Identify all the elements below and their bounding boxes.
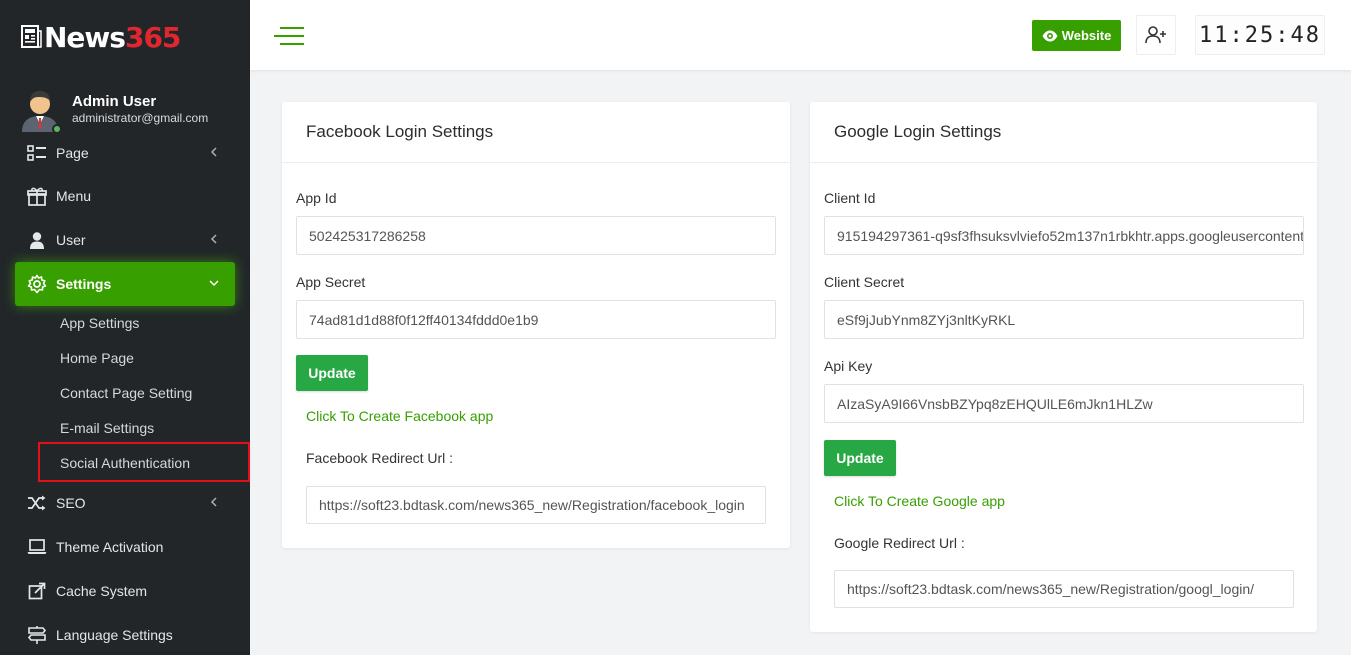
brand-name-365: 365 bbox=[124, 20, 181, 54]
app-secret-field[interactable]: 74ad81d1d88f0f12ff40134fddd0e1b9 bbox=[296, 300, 776, 339]
user-panel: Admin User administrator@gmail.com bbox=[20, 88, 209, 134]
divider bbox=[810, 162, 1317, 163]
client-id-field[interactable]: 915194297361-q9sf3fhsuksvlviefo52m137n1r… bbox=[824, 216, 1304, 255]
avatar bbox=[20, 88, 62, 134]
add-user-icon bbox=[1145, 26, 1166, 44]
sidebar-item-language-settings[interactable]: Language Settings bbox=[15, 613, 235, 655]
sidebar-item-label: Theme Activation bbox=[56, 539, 164, 555]
top-header: Website 11:25:48 bbox=[250, 0, 1351, 70]
sidebar-item-label: SEO bbox=[56, 495, 86, 511]
facebook-login-settings-card: Facebook Login Settings App Id 502425317… bbox=[282, 102, 790, 548]
brand-logo[interactable]: News365 bbox=[20, 18, 181, 56]
digital-clock: 11:25:48 bbox=[1195, 15, 1325, 55]
card-title: Google Login Settings bbox=[834, 122, 1002, 141]
user-name: Admin User bbox=[72, 93, 157, 110]
api-key-field[interactable]: AIzaSyA9I66VnsbBZYpq8zEHQUlLE6mJkn1HLZw bbox=[824, 384, 1304, 423]
google-redirect-url-label: Google Redirect Url : bbox=[834, 535, 965, 551]
app-id-label: App Id bbox=[296, 190, 337, 206]
update-button[interactable]: Update bbox=[824, 440, 896, 476]
external-link-icon bbox=[27, 581, 47, 601]
sidebar-item-label: User bbox=[56, 232, 86, 248]
hamburger-menu-icon[interactable] bbox=[274, 27, 304, 45]
client-id-label: Client Id bbox=[824, 190, 876, 206]
sidebar-item-page[interactable]: Page bbox=[15, 131, 235, 175]
create-facebook-app-link[interactable]: Click To Create Facebook app bbox=[306, 408, 493, 424]
create-google-app-link[interactable]: Click To Create Google app bbox=[834, 493, 1005, 509]
card-title: Facebook Login Settings bbox=[306, 122, 494, 141]
gear-icon bbox=[27, 274, 47, 294]
sidebar-item-user[interactable]: User bbox=[15, 218, 235, 262]
shuffle-icon bbox=[27, 493, 47, 513]
brand-name-news: News bbox=[44, 20, 126, 54]
sidebar-item-cache-system[interactable]: Cache System bbox=[15, 569, 235, 613]
sidebar: News365 Admin User administrator@gmail.c… bbox=[0, 0, 250, 655]
add-user-button[interactable] bbox=[1136, 15, 1176, 55]
sidebar-item-label: Page bbox=[56, 145, 89, 161]
sidebar-item-label: Cache System bbox=[56, 583, 148, 599]
user-icon bbox=[27, 230, 47, 250]
eye-icon bbox=[1042, 30, 1058, 41]
submenu-item-contact-page-setting[interactable]: Contact Page Setting bbox=[60, 385, 192, 401]
chevron-down-icon bbox=[209, 280, 219, 287]
signpost-icon bbox=[27, 625, 47, 645]
facebook-redirect-url-label: Facebook Redirect Url : bbox=[306, 450, 454, 466]
app-secret-label: App Secret bbox=[296, 274, 366, 290]
chevron-left-icon bbox=[210, 147, 217, 157]
submenu-item-app-settings[interactable]: App Settings bbox=[60, 315, 139, 331]
update-button[interactable]: Update bbox=[296, 355, 368, 391]
sidebar-item-label: Language Settings bbox=[56, 627, 173, 643]
google-redirect-url-field[interactable]: https://soft23.bdtask.com/news365_new/Re… bbox=[834, 570, 1294, 608]
divider bbox=[282, 162, 790, 163]
user-email: administrator@gmail.com bbox=[72, 111, 209, 125]
client-secret-label: Client Secret bbox=[824, 274, 905, 290]
laptop-icon bbox=[27, 537, 47, 557]
sidebar-item-menu[interactable]: Menu bbox=[15, 174, 235, 218]
api-key-label: Api Key bbox=[824, 358, 873, 374]
page-list-icon bbox=[27, 143, 47, 163]
facebook-redirect-url-field[interactable]: https://soft23.bdtask.com/news365_new/Re… bbox=[306, 486, 766, 524]
website-button[interactable]: Website bbox=[1032, 20, 1121, 51]
sidebar-item-label: Settings bbox=[56, 276, 112, 292]
submenu-item-home-page[interactable]: Home Page bbox=[60, 350, 134, 366]
sidebar-item-seo[interactable]: SEO bbox=[15, 481, 235, 525]
app-id-field[interactable]: 502425317286258 bbox=[296, 216, 776, 255]
sidebar-item-theme-activation[interactable]: Theme Activation bbox=[15, 525, 235, 569]
chevron-left-icon bbox=[210, 234, 217, 244]
gift-icon bbox=[27, 186, 47, 206]
chevron-left-icon bbox=[210, 497, 217, 507]
highlight-box bbox=[38, 442, 250, 482]
website-button-label: Website bbox=[1061, 28, 1112, 43]
sidebar-item-label: Menu bbox=[56, 188, 92, 204]
newspaper-icon bbox=[21, 25, 42, 48]
client-secret-field[interactable]: eSf9jJubYnm8ZYj3nltKyRKL bbox=[824, 300, 1304, 339]
sidebar-item-settings[interactable]: Settings bbox=[15, 262, 235, 306]
google-login-settings-card: Google Login Settings Client Id 91519429… bbox=[810, 102, 1317, 632]
submenu-item-email-settings[interactable]: E-mail Settings bbox=[60, 420, 154, 436]
